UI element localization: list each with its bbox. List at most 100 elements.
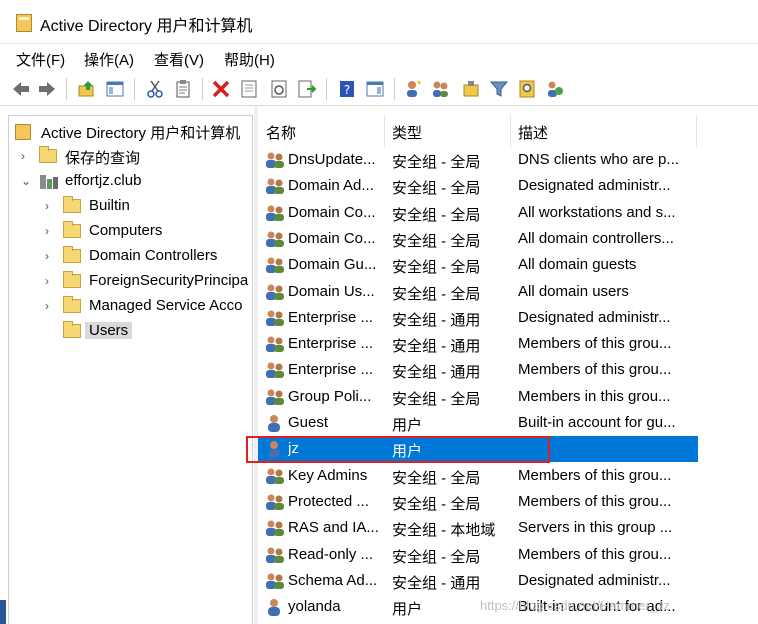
cell-type: 安全组 - 全局 xyxy=(392,180,481,198)
list-row[interactable]: Domain Co... 安全组 - 全局 All workstations and… xyxy=(258,200,698,226)
new-ou-icon[interactable] xyxy=(460,78,482,100)
cut-icon[interactable] xyxy=(144,78,166,100)
group-icon xyxy=(264,177,286,195)
list-row[interactable]: DnsUpdate... 安全组 - 全局 DNS clients who are … xyxy=(258,147,698,173)
menu-action[interactable]: 操作(A) xyxy=(84,49,134,70)
back-icon[interactable] xyxy=(10,78,32,100)
tree-item-foreign-security-principals[interactable]: › ForeignSecurityPrincipa xyxy=(9,270,252,294)
tree-item-saved-queries[interactable]: › 保存的查询 xyxy=(9,145,252,169)
tree-item-builtin[interactable]: › Builtin xyxy=(9,195,252,219)
list-row[interactable]: Enterprise ... 安全组 - 通用 Members of this gr… xyxy=(258,331,698,357)
tree-item-users[interactable]: Users xyxy=(9,320,252,344)
tree-root[interactable]: Active Directory 用户和计算机 xyxy=(9,120,252,144)
cell-name: Domain Gu... xyxy=(288,256,377,274)
cell-type: 安全组 - 全局 xyxy=(392,469,481,487)
chevron-right-icon[interactable]: › xyxy=(21,149,33,163)
user-icon xyxy=(264,598,286,617)
cell-type: 安全组 - 通用 xyxy=(392,364,481,382)
chevron-right-icon[interactable]: › xyxy=(45,199,57,213)
new-group-icon[interactable] xyxy=(430,78,452,100)
paste-icon[interactable] xyxy=(172,78,194,100)
group-icon xyxy=(264,546,286,564)
list-row[interactable]: Domain Gu... 安全组 - 全局 All domain guests xyxy=(258,252,698,278)
group-icon xyxy=(264,335,286,353)
list-row[interactable]: Enterprise ... 安全组 - 通用 Designated adminis… xyxy=(258,305,698,331)
tree-item-label: ForeignSecurityPrincipa xyxy=(89,272,249,289)
cell-type: 安全组 - 全局 xyxy=(392,206,481,224)
cell-type: 安全组 - 全局 xyxy=(392,285,481,303)
list-row[interactable]: Read-only ... 安全组 - 全局 Members of this gro… xyxy=(258,542,698,568)
chevron-right-icon[interactable]: › xyxy=(45,224,57,238)
menu-file[interactable]: 文件(F) xyxy=(16,49,65,70)
cell-name: Key Admins xyxy=(288,466,368,484)
column-header-label: 描述 xyxy=(518,125,549,142)
menu-help[interactable]: 帮助(H) xyxy=(224,49,275,70)
tree-item-label: effortjz.club xyxy=(65,172,142,189)
cell-name: DnsUpdate... xyxy=(288,151,376,168)
group-icon xyxy=(264,283,286,301)
show-pane-icon[interactable] xyxy=(364,78,386,100)
cell-description: Members of this grou... xyxy=(518,335,672,353)
chevron-right-icon[interactable]: › xyxy=(45,299,57,313)
chevron-right-icon[interactable]: › xyxy=(45,249,57,263)
properties-icon[interactable] xyxy=(238,78,260,100)
find-icon[interactable] xyxy=(516,78,538,100)
cell-description: Servers in this group ... xyxy=(518,519,673,537)
column-header-description[interactable]: 描述 xyxy=(510,115,696,147)
column-header-type[interactable]: 类型 xyxy=(384,115,510,147)
folder-icon xyxy=(63,321,81,338)
list-row[interactable]: RAS and IA... 安全组 - 本地域 Servers in this gr… xyxy=(258,515,698,541)
tree-item-computers[interactable]: › Computers xyxy=(9,220,252,244)
export-icon[interactable] xyxy=(296,78,318,100)
cell-name: Enterprise ... xyxy=(288,361,374,379)
chevron-down-icon[interactable]: ⌄ xyxy=(21,174,33,188)
console-tree-icon[interactable] xyxy=(104,78,126,100)
cell-type: 安全组 - 全局 xyxy=(392,154,481,171)
tree-item-label: Users xyxy=(85,322,133,339)
tree-item-domain[interactable]: ⌄ effortjz.club xyxy=(9,170,252,194)
menu-view[interactable]: 查看(V) xyxy=(154,49,204,70)
forward-icon[interactable] xyxy=(36,78,58,100)
list-row[interactable]: Protected ... 安全组 - 全局 Members of this gro… xyxy=(258,489,698,515)
cell-description: Members in this grou... xyxy=(518,387,671,405)
filter-icon[interactable] xyxy=(488,78,510,100)
list-row[interactable]: Key Admins 安全组 - 全局 Members of this grou..… xyxy=(258,463,698,489)
tree-item-label: Builtin xyxy=(89,197,130,214)
console-tree: Active Directory 用户和计算机 › 保存的查询 ⌄ effort… xyxy=(8,115,253,624)
group-icon xyxy=(264,151,286,169)
tree-item-managed-service-accounts[interactable]: › Managed Service Acco xyxy=(9,295,252,319)
cell-name: RAS and IA... xyxy=(288,519,379,537)
list-row[interactable]: Domain Ad... 安全组 - 全局 Designated administr… xyxy=(258,173,698,199)
cell-name: Enterprise ... xyxy=(288,335,374,353)
cell-description: Members of this grou... xyxy=(518,466,672,484)
details-list: 名称 类型 描述 DnsUpdate... 安全组 - 全局 DNS clients… xyxy=(258,115,758,624)
domain-icon xyxy=(39,173,59,191)
new-user-icon[interactable] xyxy=(402,78,424,100)
cell-type: 用户 xyxy=(392,417,423,434)
list-row[interactable]: Group Poli... 安全组 - 全局 Members in this gro… xyxy=(258,384,698,410)
list-row[interactable]: Domain Us... 安全组 - 全局 All domain users xyxy=(258,279,698,305)
help-icon[interactable]: ? xyxy=(336,78,358,100)
ad-root-icon xyxy=(15,124,31,140)
tree-item-domain-controllers[interactable]: › Domain Controllers xyxy=(9,245,252,269)
cell-name: Domain Co... xyxy=(288,203,376,221)
column-header-name[interactable]: 名称 xyxy=(258,115,384,147)
delete-icon[interactable] xyxy=(210,78,232,100)
up-icon[interactable] xyxy=(76,78,98,100)
chevron-right-icon[interactable]: › xyxy=(45,274,57,288)
list-row[interactable]: Schema Ad... 安全组 - 通用 Designated administr… xyxy=(258,568,698,594)
column-header-label: 类型 xyxy=(392,125,423,142)
folder-icon xyxy=(63,196,81,213)
cell-name: Group Poli... xyxy=(288,387,372,405)
list-row[interactable]: Domain Co... 安全组 - 全局 All domain controlle… xyxy=(258,226,698,252)
tree-item-label: Domain Controllers xyxy=(89,247,218,264)
cell-type: 安全组 - 全局 xyxy=(392,259,481,277)
cell-type: 安全组 - 全局 xyxy=(392,232,481,250)
add-to-group-icon[interactable] xyxy=(544,78,566,100)
list-row[interactable]: Guest 用户 Built-in account for gu... xyxy=(258,410,698,436)
cell-type: 安全组 - 通用 xyxy=(392,338,481,356)
refresh-icon[interactable] xyxy=(268,78,290,100)
cell-description: DNS clients who are p... xyxy=(518,151,679,168)
toolbar: ? xyxy=(0,72,758,106)
list-row[interactable]: Enterprise ... 安全组 - 通用 Members of this gr… xyxy=(258,357,698,383)
